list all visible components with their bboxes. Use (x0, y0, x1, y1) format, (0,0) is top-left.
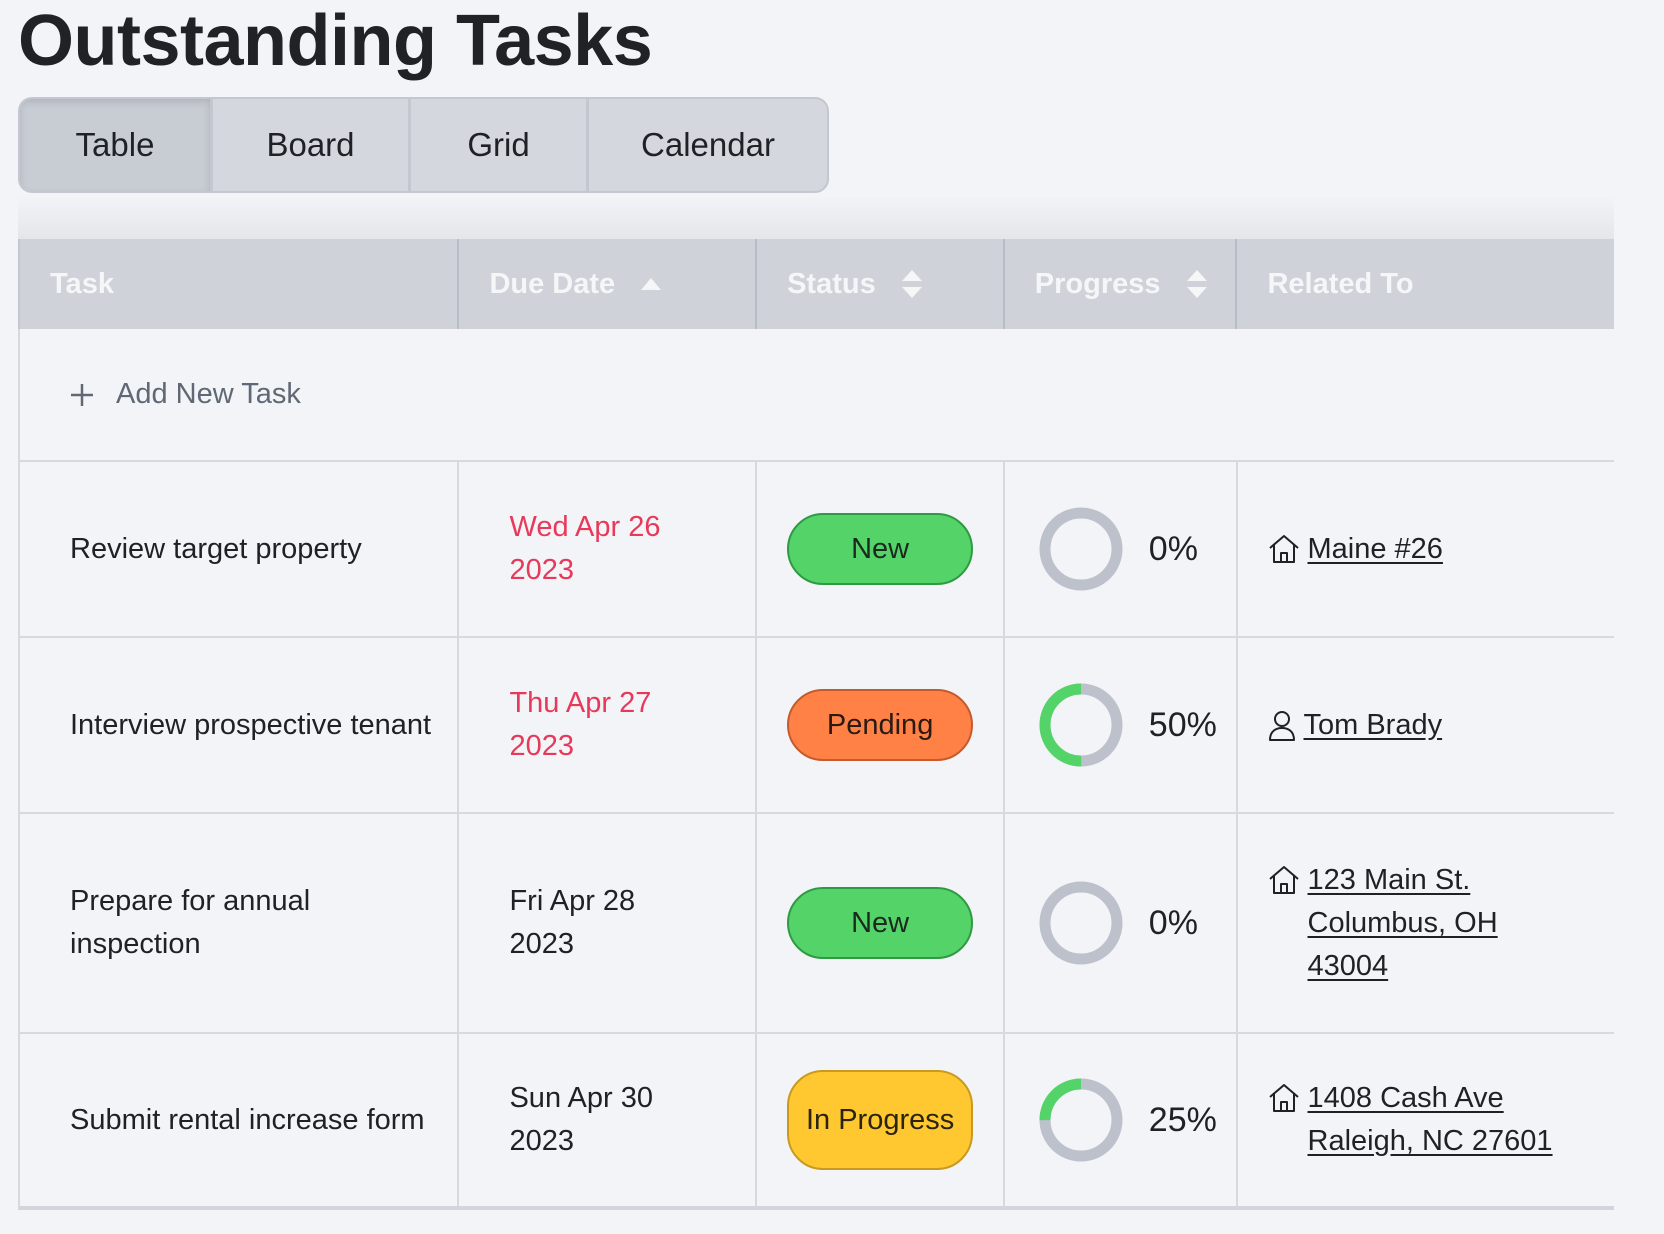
plus-icon (70, 383, 94, 407)
progress-cell: 25% (1005, 1034, 1238, 1206)
related-link[interactable]: 1408 Cash Ave Raleigh, NC 27601 (1268, 1077, 1553, 1163)
sort-ascending-icon (641, 278, 662, 290)
column-header-related-to: Related To (1237, 239, 1614, 329)
house-icon (1268, 534, 1300, 564)
due-date: Wed Apr 26 2023 (509, 506, 660, 592)
progress-percent: 0% (1148, 903, 1198, 942)
due-date: Fri Apr 28 2023 (509, 880, 635, 966)
due-date-year: 2023 (509, 554, 574, 586)
tab-table[interactable]: Table (20, 99, 213, 191)
add-new-task-label: Add New Task (116, 378, 301, 410)
tasks-table: Task Due Date Status Progress Related To… (18, 239, 1614, 1210)
task-name: Submit rental increase form (70, 1103, 425, 1136)
task-cell: Review target property (20, 462, 460, 636)
task-name: Review target property (70, 532, 362, 565)
due-date-day: Fri Apr 28 (509, 885, 636, 917)
sort-icon (901, 270, 922, 298)
status-badge[interactable]: In Progress (787, 1070, 974, 1170)
progress-cell: 0% (1005, 462, 1238, 636)
related-line: 123 Main St. (1307, 863, 1471, 896)
page-title: Outstanding Tasks (18, 1, 653, 81)
related-text: Tom Brady (1304, 704, 1443, 747)
table-row[interactable]: Interview prospective tenant Thu Apr 27 … (18, 638, 1614, 814)
tab-grid[interactable]: Grid (411, 99, 589, 191)
due-date-cell: Sun Apr 30 2023 (459, 1034, 758, 1206)
related-text: Maine #26 (1308, 528, 1443, 571)
related-line: Tom Brady (1303, 708, 1443, 741)
due-date-cell: Wed Apr 26 2023 (459, 462, 758, 636)
task-name: Prepare for annual inspection (70, 885, 311, 960)
related-text: 1408 Cash Ave Raleigh, NC 27601 (1308, 1077, 1553, 1163)
table-row[interactable]: Submit rental increase form Sun Apr 30 2… (18, 1034, 1614, 1210)
due-date-year: 2023 (509, 730, 574, 762)
due-date-cell: Thu Apr 27 2023 (459, 638, 758, 812)
related-cell: Maine #26 (1238, 462, 1615, 636)
progress-cell: 50% (1005, 638, 1238, 812)
related-text: 123 Main St. Columbus, OH 43004 (1308, 859, 1498, 988)
related-cell: Tom Brady (1238, 638, 1615, 812)
related-line: Maine #26 (1307, 532, 1443, 565)
related-link[interactable]: Tom Brady (1268, 704, 1443, 747)
column-header-due-date[interactable]: Due Date (459, 239, 758, 329)
table-row[interactable]: Review target property Wed Apr 26 2023 N… (18, 462, 1614, 638)
status-badge[interactable]: New (787, 513, 974, 585)
related-cell: 1408 Cash Ave Raleigh, NC 27601 (1238, 1034, 1615, 1206)
related-link[interactable]: 123 Main St. Columbus, OH 43004 (1268, 859, 1498, 988)
due-date: Thu Apr 27 2023 (509, 682, 651, 768)
table-row[interactable]: Prepare for annual inspection Fri Apr 28… (18, 814, 1614, 1034)
status-cell: New (757, 462, 1005, 636)
column-header-label: Progress (1034, 267, 1161, 300)
column-header-label: Task (50, 267, 114, 300)
due-date-day: Thu Apr 27 (509, 687, 652, 719)
column-header-progress[interactable]: Progress (1005, 239, 1238, 329)
progress-percent: 25% (1148, 1100, 1217, 1139)
add-new-task-button[interactable]: Add New Task (18, 329, 1614, 462)
column-header-label: Due Date (489, 267, 616, 300)
due-date-year: 2023 (509, 928, 574, 960)
person-icon (1268, 710, 1296, 742)
status-cell: Pending (757, 638, 1005, 812)
sort-icon (1186, 270, 1207, 298)
column-header-label: Status (787, 267, 876, 300)
progress-track (1039, 507, 1123, 591)
view-switcher: Table Board Grid Calendar (18, 97, 829, 193)
progress-ring (1039, 507, 1123, 591)
status-badge[interactable]: New (787, 887, 974, 959)
progress-ring (1039, 1078, 1123, 1162)
column-header-task[interactable]: Task (20, 239, 460, 329)
tab-calendar[interactable]: Calendar (589, 99, 827, 191)
house-icon (1268, 865, 1300, 895)
column-header-status[interactable]: Status (757, 239, 1005, 329)
related-line: 1408 Cash Ave (1307, 1082, 1504, 1114)
due-date-day: Sun Apr 30 (509, 1082, 653, 1114)
progress-ring (1039, 881, 1123, 965)
progress-percent: 50% (1148, 705, 1217, 744)
task-name: Interview prospective tenant (70, 708, 432, 741)
progress-cell: 0% (1005, 814, 1238, 1032)
status-cell: New (757, 814, 1005, 1032)
table-header: Task Due Date Status Progress Related To (18, 239, 1614, 329)
due-date-day: Wed Apr 26 (509, 511, 661, 543)
related-line: 43004 (1307, 949, 1389, 982)
related-link[interactable]: Maine #26 (1268, 528, 1443, 571)
status-cell: In Progress (757, 1034, 1005, 1206)
status-badge[interactable]: Pending (787, 689, 974, 761)
related-line: Columbus, OH (1307, 906, 1498, 939)
table-top-shadow (18, 195, 1614, 239)
due-date: Sun Apr 30 2023 (509, 1077, 653, 1163)
task-cell: Interview prospective tenant (20, 638, 460, 812)
task-cell: Submit rental increase form (20, 1034, 460, 1206)
due-date-cell: Fri Apr 28 2023 (459, 814, 758, 1032)
due-date-year: 2023 (509, 1125, 574, 1157)
tab-board[interactable]: Board (213, 99, 411, 191)
progress-ring (1039, 683, 1123, 767)
progress-percent: 0% (1148, 529, 1198, 568)
column-header-label: Related To (1267, 267, 1414, 300)
page: Outstanding Tasks Table Board Grid Calen… (0, 0, 1664, 1234)
task-cell: Prepare for annual inspection (20, 814, 460, 1032)
related-cell: 123 Main St. Columbus, OH 43004 (1238, 814, 1615, 1032)
related-line: Raleigh, NC 27601 (1307, 1125, 1553, 1157)
progress-track (1039, 881, 1123, 965)
house-icon (1268, 1083, 1300, 1113)
